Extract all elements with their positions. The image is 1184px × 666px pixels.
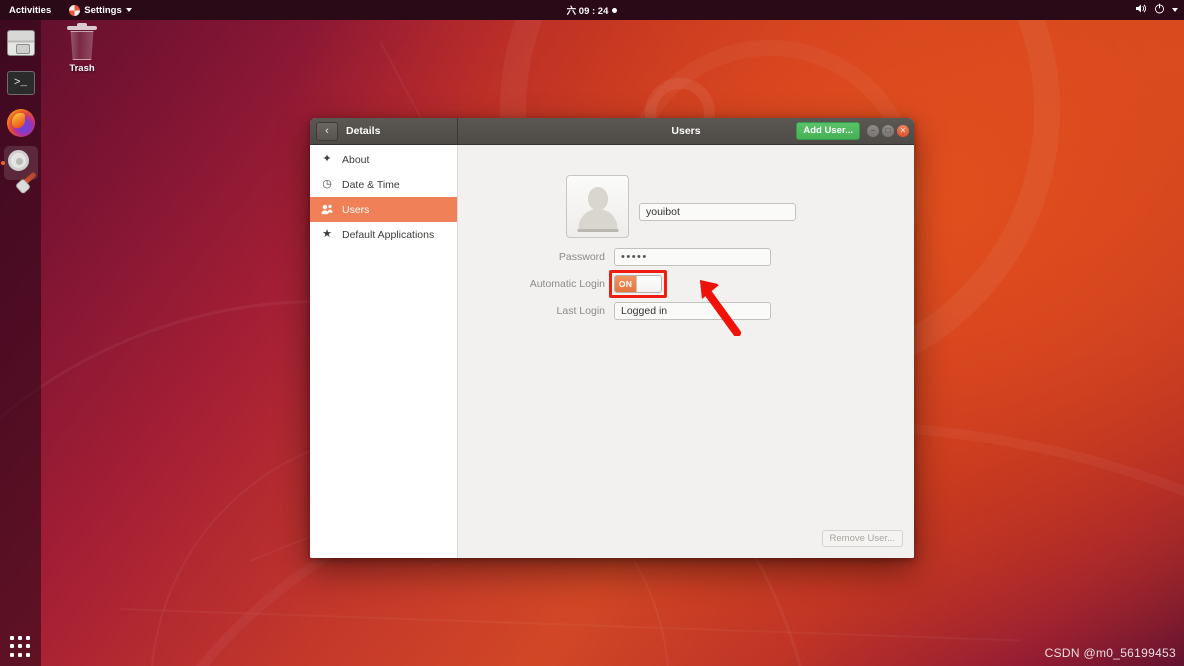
password-label: Password xyxy=(458,251,614,263)
automatic-login-label: Automatic Login xyxy=(458,278,614,290)
dock-item-firefox[interactable] xyxy=(4,106,38,140)
username-field[interactable]: youibot xyxy=(639,203,796,221)
sidebar-item-users[interactable]: Users xyxy=(310,197,457,222)
power-icon xyxy=(1154,3,1165,17)
trash-label: Trash xyxy=(57,63,107,74)
last-login-row: Last Login Logged in xyxy=(458,302,914,320)
add-user-button[interactable]: Add User... xyxy=(796,122,860,140)
system-status-menu[interactable] xyxy=(1135,3,1178,17)
notification-dot-icon xyxy=(612,8,617,13)
password-row: Password ••••• xyxy=(458,248,914,266)
activities-button[interactable]: Activities xyxy=(5,3,55,18)
window-titlebar: ‹ Details Users Add User... − □ ✕ xyxy=(310,118,914,145)
chevron-down-icon xyxy=(1172,8,1178,12)
users-panel: youibot Password ••••• Automatic Login O… xyxy=(458,145,914,558)
sidebar-item-default-applications[interactable]: ★ Default Applications xyxy=(310,222,457,247)
file-manager-icon xyxy=(7,30,35,56)
activities-label: Activities xyxy=(9,5,51,16)
chevron-down-icon xyxy=(126,8,132,12)
app-menu-label: Settings xyxy=(84,5,121,16)
remove-user-button[interactable]: Remove User... xyxy=(822,530,903,548)
dock-item-files[interactable] xyxy=(4,26,38,60)
ubuntu-dock: >_ xyxy=(0,20,41,666)
toggle-state-label: ON xyxy=(615,276,636,292)
settings-swirl-icon xyxy=(69,5,80,16)
sparkle-icon: ✦ xyxy=(321,154,333,165)
sidebar-item-label: Default Applications xyxy=(342,229,434,241)
gnome-top-bar: Activities Settings 六 09 : 24 xyxy=(0,0,1184,20)
sidebar-item-label: About xyxy=(342,154,369,166)
avatar-row: youibot xyxy=(458,175,914,238)
clock-button[interactable]: 六 09 : 24 xyxy=(512,3,672,17)
toggle-knob[interactable] xyxy=(636,276,661,292)
chevron-left-icon: ‹ xyxy=(325,126,329,137)
clock-label: 六 09 : 24 xyxy=(567,3,609,17)
last-login-label: Last Login xyxy=(458,305,614,317)
terminal-icon: >_ xyxy=(7,71,35,95)
firefox-icon xyxy=(7,109,35,137)
sidebar-item-date-time[interactable]: ◷ Date & Time xyxy=(310,172,457,197)
trash-icon xyxy=(67,26,97,30)
trash-can-body xyxy=(69,31,95,60)
clock-icon: ◷ xyxy=(321,179,333,190)
settings-gear-wrench-icon xyxy=(7,149,35,177)
back-button[interactable]: ‹ xyxy=(316,122,338,141)
show-applications-button[interactable] xyxy=(10,636,32,658)
dock-item-terminal[interactable]: >_ xyxy=(4,66,38,100)
volume-icon xyxy=(1135,3,1147,17)
csdn-watermark: CSDN @m0_56199453 xyxy=(1045,646,1176,660)
desktop-icon-trash[interactable]: Trash xyxy=(57,26,107,74)
app-menu-button[interactable]: Settings xyxy=(65,3,135,18)
users-icon xyxy=(321,204,333,215)
sidebar-header-label: Details xyxy=(346,125,380,137)
automatic-login-row: Automatic Login ON xyxy=(458,275,914,293)
password-field[interactable]: ••••• xyxy=(614,248,771,266)
dock-item-settings[interactable] xyxy=(4,146,38,180)
window-maximize-button[interactable]: □ xyxy=(882,125,894,137)
automatic-login-toggle[interactable]: ON xyxy=(614,275,662,293)
window-close-button[interactable]: ✕ xyxy=(897,125,909,137)
settings-window: ‹ Details Users Add User... − □ ✕ ✦ Abou… xyxy=(310,118,914,558)
sidebar-item-label: Date & Time xyxy=(342,179,400,191)
window-minimize-button[interactable]: − xyxy=(867,125,879,137)
star-icon: ★ xyxy=(321,229,333,240)
default-user-avatar-icon[interactable] xyxy=(566,175,629,238)
settings-sidebar: ✦ About ◷ Date & Time Users ★ Default Ap… xyxy=(310,145,458,558)
sidebar-item-label: Users xyxy=(342,204,369,216)
last-login-value: Logged in xyxy=(614,302,771,320)
sidebar-item-about[interactable]: ✦ About xyxy=(310,147,457,172)
